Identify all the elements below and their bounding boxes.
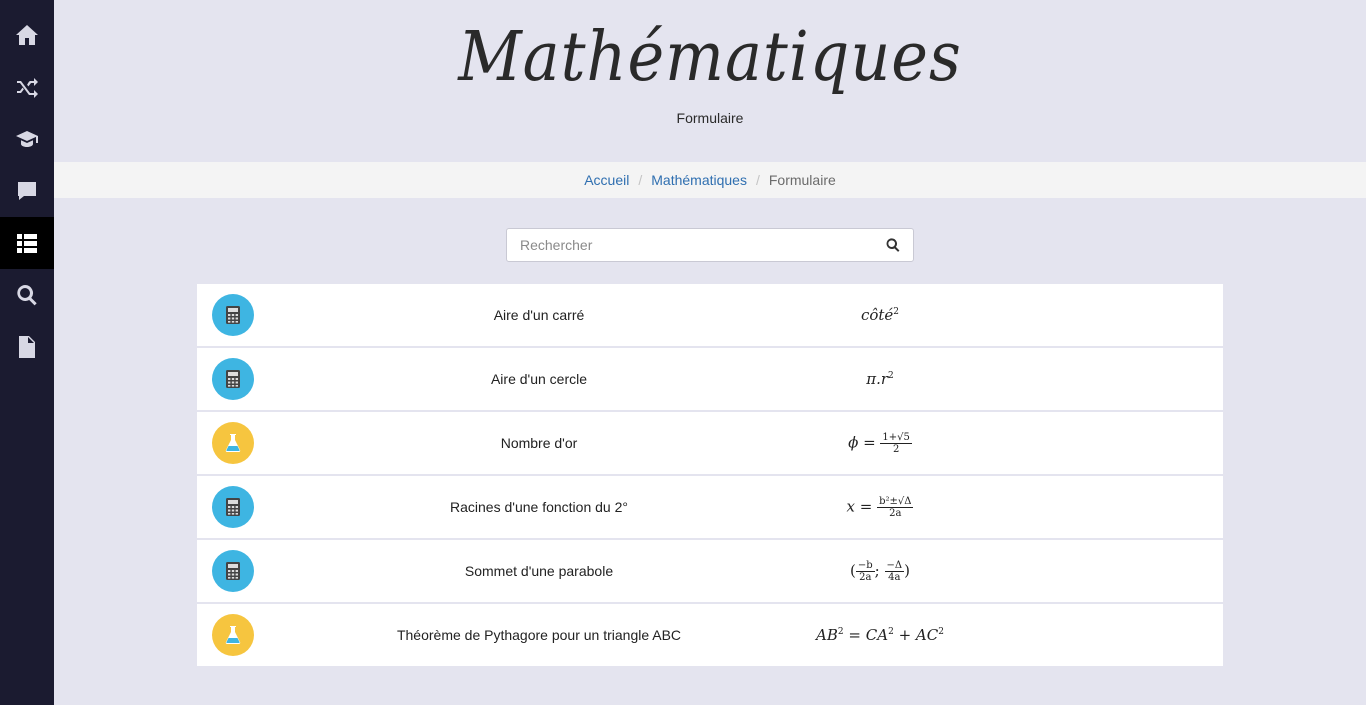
- graduation-cap-icon: [16, 131, 38, 147]
- formula-expression: AB2 = CA2 + AC2: [816, 626, 944, 644]
- calculator-icon: [212, 358, 254, 400]
- formula-expression: (−b 2a; −Δ 4a): [850, 559, 910, 583]
- breadcrumb-separator: /: [638, 172, 643, 188]
- sidebar-item-search[interactable]: [0, 269, 54, 321]
- page-header: Mathématiques Formulaire: [54, 0, 1366, 162]
- breadcrumb-home-link[interactable]: Accueil: [584, 172, 629, 188]
- shuffle-icon: [17, 78, 38, 98]
- formula-name: Sommet d'une parabole: [464, 563, 614, 579]
- formula-row[interactable]: Nombre d'or ϕ = 1+√5 2: [197, 412, 1223, 474]
- flask-icon: [212, 422, 254, 464]
- list-icon: [17, 234, 37, 253]
- sidebar: [0, 0, 54, 705]
- sidebar-item-random[interactable]: [0, 61, 54, 113]
- file-icon: [19, 336, 35, 358]
- search-icon: [886, 238, 900, 252]
- calculator-icon: [212, 294, 254, 336]
- sidebar-item-forum[interactable]: [0, 165, 54, 217]
- breadcrumb: Accueil / Mathématiques / Formulaire: [54, 162, 1366, 198]
- formula-table: Aire d'un carré côté2 Aire d'un cercle π…: [197, 284, 1223, 666]
- formula-name: Nombre d'or: [500, 435, 578, 451]
- sidebar-item-documents[interactable]: [0, 321, 54, 373]
- formula-row[interactable]: Aire d'un cercle π.r2: [197, 348, 1223, 410]
- comment-icon: [18, 182, 36, 200]
- formula-name: Racines d'une fonction du 2°: [450, 499, 628, 515]
- flask-icon: [212, 614, 254, 656]
- formula-row[interactable]: Racines d'une fonction du 2° x = b²±√Δ 2a: [197, 476, 1223, 538]
- calculator-icon: [212, 486, 254, 528]
- search-input[interactable]: [507, 229, 867, 261]
- page-title: Mathématiques: [458, 16, 962, 97]
- formula-name: Aire d'un carré: [493, 307, 585, 323]
- formula-row[interactable]: Théorème de Pythagore pour un triangle A…: [197, 604, 1223, 666]
- formula-expression: côté2: [860, 306, 900, 324]
- search-button[interactable]: [885, 237, 901, 253]
- page-subtitle: Formulaire: [676, 110, 744, 126]
- formula-row[interactable]: Aire d'un carré côté2: [197, 284, 1223, 346]
- formula-row[interactable]: Sommet d'une parabole (−b 2a; −Δ 4a): [197, 540, 1223, 602]
- formula-expression: ϕ = 1+√5 2: [848, 431, 912, 455]
- sidebar-item-home[interactable]: [0, 9, 54, 61]
- formula-expression: x = b²±√Δ 2a: [846, 495, 914, 519]
- sidebar-item-courses[interactable]: [0, 113, 54, 165]
- breadcrumb-section-link[interactable]: Mathématiques: [651, 172, 747, 188]
- search-box: [506, 228, 914, 262]
- formula-expression: π.r2: [866, 370, 894, 388]
- breadcrumb-separator: /: [755, 172, 760, 188]
- sidebar-item-formulary[interactable]: [0, 217, 54, 269]
- formula-name: Théorème de Pythagore pour un triangle A…: [396, 627, 682, 643]
- breadcrumb-current: Formulaire: [768, 172, 836, 188]
- home-icon: [16, 25, 38, 45]
- search-icon: [17, 285, 37, 306]
- formula-name: Aire d'un cercle: [490, 371, 588, 387]
- calculator-icon: [212, 550, 254, 592]
